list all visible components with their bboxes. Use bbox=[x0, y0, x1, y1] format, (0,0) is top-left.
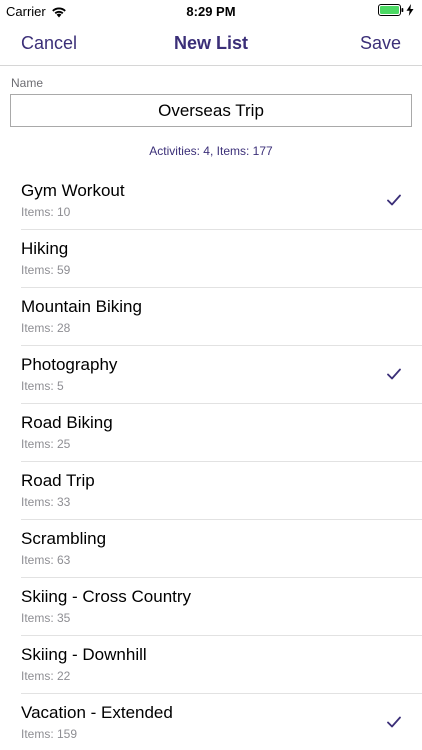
page-title: New List bbox=[173, 33, 248, 53]
activity-title: Gym Workout bbox=[21, 181, 125, 200]
activity-item-count: Items: 33 bbox=[21, 495, 71, 509]
checkmark-icon bbox=[387, 716, 401, 728]
activity-row[interactable]: Hiking Items: 59 bbox=[0, 230, 422, 288]
activity-title: Mountain Biking bbox=[21, 297, 142, 316]
activity-item-count: Items: 28 bbox=[21, 321, 71, 335]
activity-item-count: Items: 159 bbox=[21, 727, 78, 741]
activity-title: Photography bbox=[21, 355, 118, 374]
checkmark-icon bbox=[387, 194, 401, 206]
save-button[interactable]: Save bbox=[360, 33, 401, 54]
list-name-input[interactable] bbox=[10, 94, 412, 127]
activity-row[interactable]: Gym Workout Items: 10 bbox=[0, 172, 422, 230]
activity-row[interactable]: Road Trip Items: 33 bbox=[0, 462, 422, 520]
status-bar: Carrier 8:29 PM bbox=[0, 0, 422, 22]
activity-title: Skiing - Downhill bbox=[21, 645, 147, 664]
activity-item-count: Items: 63 bbox=[21, 553, 71, 567]
activity-row[interactable]: Mountain Biking Items: 28 bbox=[0, 288, 422, 346]
new-list-screen: Carrier 8:29 PM Cancel New List Save Nam… bbox=[0, 0, 422, 750]
activity-item-count: Items: 22 bbox=[21, 669, 71, 683]
name-label: Name bbox=[11, 76, 44, 90]
activity-summary: Activities: 4, Items: 177 bbox=[149, 144, 273, 158]
activity-row[interactable]: Vacation - Extended Items: 159 bbox=[0, 694, 422, 750]
activity-title: Hiking bbox=[21, 239, 69, 258]
battery-icon bbox=[378, 4, 404, 16]
status-time: 8:29 PM bbox=[186, 4, 236, 19]
activity-row[interactable]: Skiing - Cross Country Items: 35 bbox=[0, 578, 422, 636]
activity-title: Road Trip bbox=[21, 471, 95, 490]
activity-title: Scrambling bbox=[21, 529, 107, 548]
activity-title: Vacation - Extended bbox=[21, 703, 173, 722]
activity-item-count: Items: 10 bbox=[21, 205, 71, 219]
checkmark-icon bbox=[387, 368, 401, 380]
activity-row[interactable]: Photography Items: 5 bbox=[0, 346, 422, 404]
activity-item-count: Items: 25 bbox=[21, 437, 71, 451]
activity-title: Skiing - Cross Country bbox=[21, 587, 192, 606]
activity-item-count: Items: 59 bbox=[21, 263, 71, 277]
activity-row[interactable]: Scrambling Items: 63 bbox=[0, 520, 422, 578]
navigation-bar: Cancel New List Save bbox=[0, 22, 422, 66]
activity-row[interactable]: Skiing - Downhill Items: 22 bbox=[0, 636, 422, 694]
activity-item-count: Items: 5 bbox=[21, 379, 64, 393]
charging-bolt-icon bbox=[406, 4, 414, 16]
activity-list: Gym Workout Items: 10 Hiking Items: 59 Mount… bbox=[0, 172, 422, 750]
activity-row[interactable]: Road Biking Items: 25 bbox=[0, 404, 422, 462]
status-right bbox=[378, 4, 414, 16]
activity-item-count: Items: 35 bbox=[21, 611, 71, 625]
activity-title: Road Biking bbox=[21, 413, 113, 432]
